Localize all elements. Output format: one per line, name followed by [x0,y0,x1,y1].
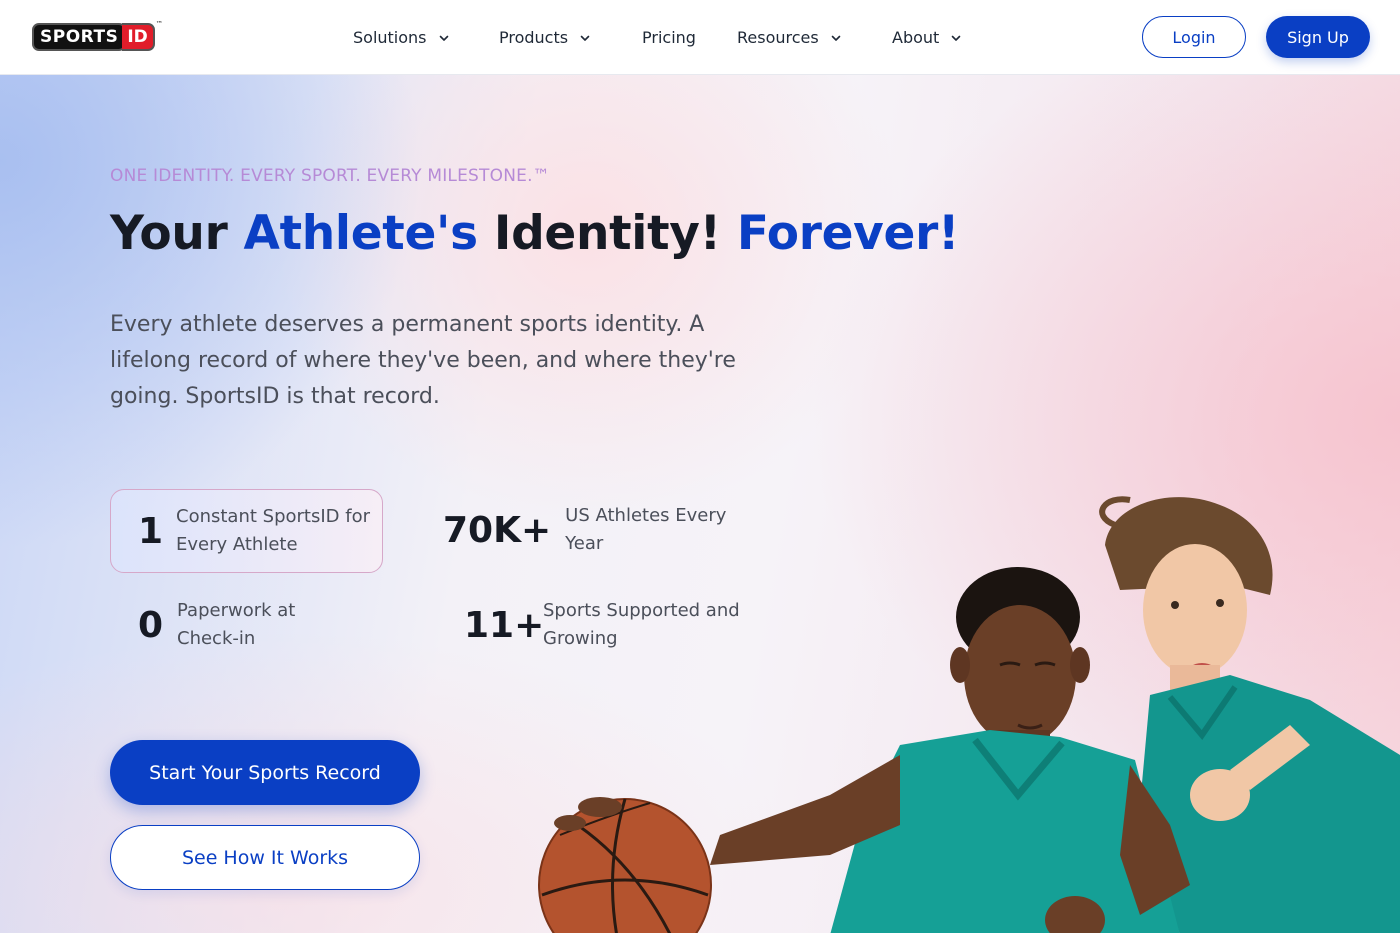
chevron-down-icon [831,33,841,43]
nav-item-about[interactable]: About [892,28,982,47]
hero-athletes-image [538,496,1400,933]
nav-label: Resources [737,28,819,47]
nav-item-products[interactable]: Products [499,28,642,47]
nav-item-solutions[interactable]: Solutions [353,28,499,47]
nav-item-resources[interactable]: Resources [737,28,892,47]
hero-description: Every athlete deserves a permanent sport… [110,312,736,409]
chevron-down-icon [951,33,961,43]
logo-trademark: ™ [155,20,163,28]
stat-value: 1 [138,510,164,552]
basketball [538,797,712,933]
stat-value: 0 [138,604,164,646]
sign-up-button[interactable]: Sign Up [1266,16,1370,58]
chevron-down-icon [580,33,590,43]
headline-part-identity: Identity! [477,206,737,261]
sportsid-logo[interactable]: SPORTS ID ™ [32,20,163,52]
stat-card-constant-id: 1 Constant SportsID for Every Athlete [110,489,383,573]
login-button[interactable]: Login [1142,16,1246,58]
start-sports-record-button[interactable]: Start Your Sports Record [110,740,420,805]
headline-part-your: Your [110,206,244,261]
nav-item-pricing[interactable]: Pricing [642,28,737,47]
logo-id-badge: ID [122,23,155,51]
nav-label: About [892,28,940,47]
hero-section: ONE IDENTITY. EVERY SPORT. EVERY MILESTO… [0,75,1400,933]
stat-label: Constant SportsID for Every Athlete [176,506,370,555]
main-nav: Solutions Products Pricing Resources Abo… [353,0,982,75]
logo-wordmark: SPORTS [32,23,127,51]
stat-paperwork: 0 Paperwork at Check-in [138,597,357,653]
hero-headline: Your Athlete's Identity! Forever! [110,206,959,261]
athlete-left-figure [710,567,1190,933]
nav-label: Products [499,28,569,47]
headline-part-forever: Forever! [736,206,960,261]
hero-tagline: ONE IDENTITY. EVERY SPORT. EVERY MILESTO… [110,166,550,186]
site-header: SPORTS ID ™ Solutions Products Pricing R… [0,0,1400,75]
nav-label: Pricing [642,28,696,47]
see-how-it-works-button[interactable]: See How It Works [110,825,420,890]
headline-part-athletes: Athlete's [243,206,479,261]
nav-label: Solutions [353,28,427,47]
chevron-down-icon [439,33,449,43]
stat-label: Paperwork at Check-in [177,600,296,649]
